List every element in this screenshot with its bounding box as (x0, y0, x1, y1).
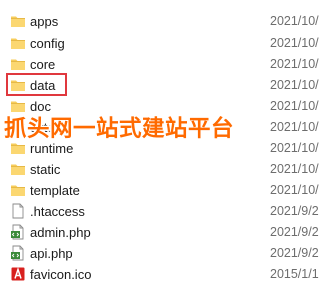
php-file-icon (10, 245, 26, 261)
file-name: apps (30, 14, 59, 29)
file-date: 2021/10/ (270, 99, 319, 113)
file-name: extend (30, 120, 70, 135)
file-date: 2021/10/ (270, 141, 319, 155)
folder-icon (10, 161, 26, 177)
list-item-data[interactable]: data 2021/10/ (0, 75, 323, 96)
folder-icon (10, 140, 26, 156)
file-date: 2021/9/2 (270, 225, 319, 239)
list-item-extend[interactable]: extend 2021/10/ (0, 117, 323, 138)
file-date: 2021/10/ (270, 78, 319, 92)
file-name: template (30, 183, 80, 198)
folder-icon (10, 13, 26, 29)
file-date: 2015/1/1 (270, 267, 319, 281)
file-name: doc (30, 99, 51, 114)
file-name: api.php (30, 246, 73, 261)
list-item-htaccess[interactable]: .htaccess 2021/9/2 (0, 201, 323, 222)
file-list: apps 2021/10/ config 2021/10/ core 2021/… (0, 0, 323, 283)
file-date: 2021/9/2 (270, 246, 319, 260)
file-date: 2021/10/ (270, 162, 319, 176)
file-name: admin.php (30, 225, 91, 240)
folder-icon (10, 119, 26, 135)
file-date: 2021/10/ (270, 120, 319, 134)
list-item-favicon[interactable]: favicon.ico 2015/1/1 (0, 264, 323, 285)
list-item-admin-php[interactable]: admin.php 2021/9/2 (0, 222, 323, 243)
list-item-static[interactable]: static 2021/10/ (0, 159, 323, 180)
file-date: 2021/9/2 (270, 204, 319, 218)
php-file-icon (10, 224, 26, 240)
file-name: runtime (30, 141, 74, 156)
list-item-runtime[interactable]: runtime 2021/10/ (0, 138, 323, 159)
list-item-core[interactable]: core 2021/10/ (0, 54, 323, 75)
folder-icon (10, 77, 26, 93)
folder-icon (10, 35, 26, 51)
list-item-template[interactable]: template 2021/10/ (0, 180, 323, 201)
list-item-apps[interactable]: apps 2021/10/ (0, 11, 323, 32)
ico-file-icon (10, 266, 26, 282)
file-date: 2021/10/ (270, 36, 319, 50)
file-icon (10, 203, 26, 219)
file-name: core (30, 57, 56, 72)
list-item-api-php[interactable]: api.php 2021/9/2 (0, 243, 323, 264)
file-name: .htaccess (30, 204, 85, 219)
list-item-doc[interactable]: doc 2021/10/ (0, 96, 323, 117)
folder-icon (10, 182, 26, 198)
list-item-config[interactable]: config 2021/10/ (0, 33, 323, 54)
folder-icon (10, 56, 26, 72)
file-date: 2021/10/ (270, 183, 319, 197)
file-date: 2021/10/ (270, 14, 319, 28)
file-name: config (30, 36, 65, 51)
folder-icon (10, 98, 26, 114)
file-name: favicon.ico (30, 267, 92, 282)
file-name: static (30, 162, 61, 177)
file-date: 2021/10/ (270, 57, 319, 71)
file-name: data (30, 78, 56, 93)
